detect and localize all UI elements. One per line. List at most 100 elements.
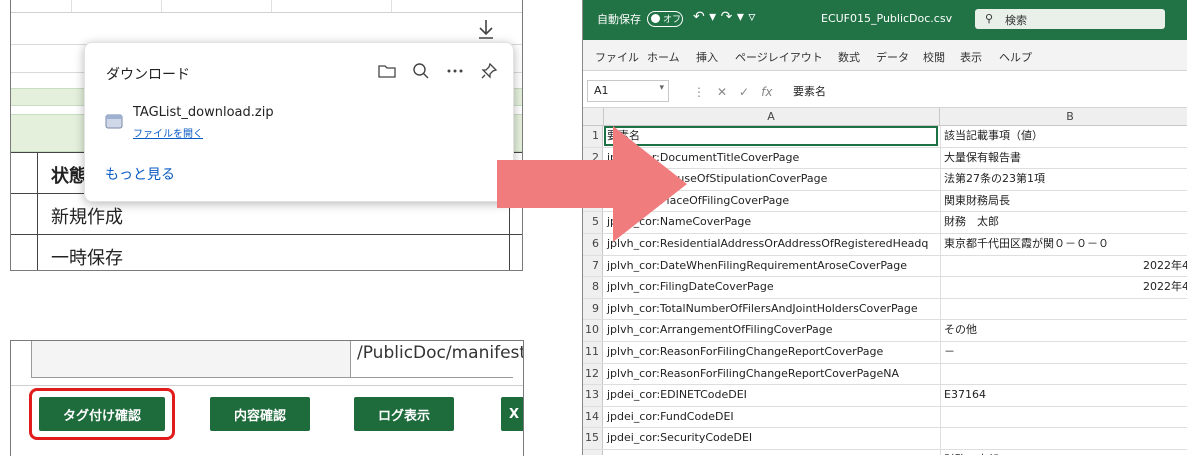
search-icon: ⚲	[985, 12, 994, 25]
cell-b[interactable]: 財務 太郎	[940, 449, 1187, 455]
partial-button[interactable]: X	[501, 397, 523, 431]
autosave-state: オフ	[663, 15, 682, 25]
tab-view[interactable]: 表示	[960, 49, 982, 65]
cell-b[interactable]	[940, 298, 1187, 320]
action-panel: /PublicDoc/manifest_ タグ付け確認 内容確認 ログ表示 X	[10, 340, 524, 456]
chevron-down-icon: ▾	[659, 83, 664, 93]
select-all-corner[interactable]	[583, 108, 604, 125]
tab-insert[interactable]: 挿入	[696, 49, 718, 65]
table-row[interactable]: 一時保存	[11, 234, 522, 270]
autosave-label: 自動保存	[597, 13, 641, 26]
cell-a[interactable]: jplvh_cor:TotalNumberOfFilersAndJointHol…	[607, 299, 939, 320]
column-header-b[interactable]: B	[940, 108, 1187, 125]
cell-a[interactable]: jpdei_cor:FundCodeDEI	[607, 407, 939, 428]
folder-icon[interactable]	[377, 61, 397, 81]
tab-help[interactable]: ヘルプ	[999, 49, 1032, 65]
tab-file[interactable]: ファイル	[595, 49, 639, 65]
cell-b[interactable]	[940, 363, 1187, 385]
table-row[interactable]: 15 jpdei_cor:SecurityCodeDEI	[583, 428, 1187, 450]
row-lead-cell	[11, 194, 38, 234]
manifest-path-text: /PublicDoc/manifest_	[357, 343, 524, 363]
cell-b-value: 2022年4月	[1143, 280, 1187, 294]
cell-b[interactable]: 大量保有報告書	[940, 147, 1187, 169]
cell-b[interactable]: 2022年4月	[940, 277, 1187, 298]
row-number[interactable]: 8	[583, 277, 603, 298]
tab-formulas[interactable]: 数式	[838, 49, 860, 65]
cell-b[interactable]	[940, 406, 1187, 428]
formula-input[interactable]: 要素名	[793, 83, 826, 99]
table-row[interactable]: 7 jplvh_cor:DateWhenFilingRequirementAros…	[583, 255, 1187, 278]
table-row[interactable]: 16 jpdei_cor:FilerNameInJapaneseDEI財務 太郎	[583, 449, 1187, 455]
cell-a[interactable]: jplvh_cor:ReasonForFilingChangeReportCov…	[607, 342, 939, 363]
status-header: 状態	[51, 166, 87, 187]
row-number[interactable]: 16	[583, 449, 603, 455]
log-view-button[interactable]: ログ表示	[354, 397, 454, 431]
cell-b[interactable]: 2022年4月	[940, 255, 1187, 277]
cell-a[interactable]: jpdei_cor:SecurityCodeDEI	[607, 428, 939, 449]
status-new: 新規作成	[51, 207, 123, 228]
table-row[interactable]: 11 jplvh_cor:ReasonForFilingChangeReportC…	[583, 341, 1187, 364]
table-row[interactable]: 13 jpdei_cor:EDINETCodeDEI E37164	[583, 385, 1187, 407]
manifest-path-field[interactable]: /PublicDoc/manifest_	[350, 341, 524, 377]
cell-b[interactable]: 財務 太郎	[940, 212, 1187, 233]
zip-file-icon	[105, 114, 123, 129]
cell-a[interactable]: jplvh_cor:ArrangementOfFilingCoverPage	[607, 320, 939, 341]
download-toolbar	[377, 61, 499, 81]
cell-b[interactable]: －	[940, 341, 1187, 363]
cell-a[interactable]: jplvh_cor:FilingDateCoverPage	[607, 277, 939, 298]
row-number[interactable]: 7	[583, 255, 603, 277]
right-arrow-icon	[497, 126, 687, 242]
cell-a[interactable]: jpdei_cor:EDINETCodeDEI	[607, 385, 939, 406]
cell-a[interactable]: jplvh_cor:ReasonForFilingChangeReportCov…	[607, 364, 939, 385]
autosave-toggle[interactable]: オフ	[647, 11, 683, 27]
cell-b[interactable]: 関東財務局長	[940, 190, 1187, 212]
content-check-button[interactable]: 内容確認	[210, 397, 310, 431]
table-row[interactable]: 14 jpdei_cor:FundCodeDEI	[583, 406, 1187, 429]
download-title: ダウンロード	[106, 67, 190, 83]
row-number[interactable]: 10	[583, 320, 603, 341]
tab-home[interactable]: ホーム	[647, 49, 680, 65]
see-more-link[interactable]: もっと見る	[105, 164, 175, 184]
row-number[interactable]: 15	[583, 428, 603, 449]
tab-review[interactable]: 校閲	[923, 49, 945, 65]
row-number[interactable]: 13	[583, 385, 603, 406]
row-number[interactable]: 12	[583, 363, 603, 385]
name-box[interactable]: A1 ▾	[587, 80, 669, 102]
undo-icon[interactable]: ↶ ▾ ↷ ▾ ▿	[693, 9, 755, 25]
excel-search-box[interactable]: ⚲ 検索	[975, 9, 1165, 29]
pin-icon[interactable]	[479, 61, 499, 81]
cell-b[interactable]: 該当記載事項（値）	[940, 126, 1187, 147]
open-file-link[interactable]: ファイルを開く	[133, 125, 203, 140]
column-header-a[interactable]: A	[603, 108, 940, 125]
highlight-frame	[29, 388, 175, 440]
tab-data[interactable]: データ	[876, 49, 909, 65]
table-row[interactable]: 10 jplvh_cor:ArrangementOfFilingCoverPage…	[583, 320, 1187, 342]
more-options-icon[interactable]	[445, 61, 465, 81]
search-icon[interactable]	[411, 61, 431, 81]
download-file-name: TAGList_download.zip	[133, 105, 274, 120]
row-number[interactable]: 14	[583, 406, 603, 428]
search-placeholder: 検索	[1005, 14, 1027, 27]
tab-page-layout[interactable]: ページレイアウト	[735, 49, 823, 65]
excel-title-bar: 自動保存 オフ ↶ ▾ ↷ ▾ ▿ ECUF015_PublicDoc.csv …	[583, 0, 1187, 40]
download-icon[interactable]	[476, 18, 496, 40]
row-number[interactable]: 11	[583, 341, 603, 363]
table-row[interactable]: 12 jplvh_cor:ReasonForFilingChangeReportC…	[583, 363, 1187, 386]
name-box-value: A1	[594, 84, 609, 97]
cell-b[interactable]	[940, 428, 1187, 449]
table-row[interactable]: 9 jplvh_cor:TotalNumberOfFilersAndJointHo…	[583, 298, 1187, 321]
table-row[interactable]: 8jplvh_cor:FilingDateCoverPage 2022年4月	[583, 277, 1187, 299]
row-lead-cell	[11, 235, 38, 270]
row-lead-cell	[11, 153, 38, 193]
cell-b[interactable]: 法第27条の23第1項	[940, 169, 1187, 190]
row-number[interactable]: 9	[583, 298, 603, 320]
formula-icons: ⋮ ✕ ✓ fx	[693, 85, 773, 99]
toggle-knob	[651, 14, 660, 23]
cell-a[interactable]: jplvh_cor:DateWhenFilingRequirementArose…	[607, 256, 939, 277]
cell-b[interactable]: E37164	[940, 385, 1187, 406]
column-headers: A B	[583, 108, 1187, 126]
cell-b[interactable]: その他	[940, 320, 1187, 341]
formula-bar: A1 ▾ ⋮ ✕ ✓ fx 要素名	[583, 75, 1187, 108]
cell-a[interactable]: jpdei_cor:FilerNameInJapaneseDEI	[607, 450, 939, 455]
cell-b[interactable]: 東京都千代田区霞が関０－０－０	[940, 233, 1187, 255]
